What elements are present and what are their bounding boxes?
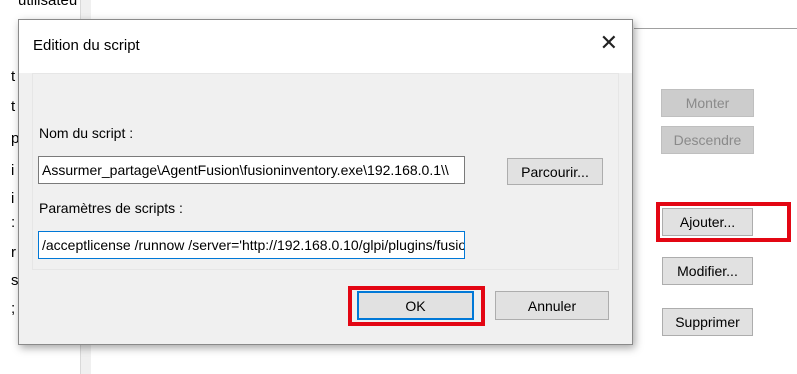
background-separator-line: [634, 28, 797, 29]
move-up-button[interactable]: Monter: [661, 89, 754, 117]
script-name-label: Nom du script :: [39, 125, 134, 141]
highlight-box-ok: [348, 286, 485, 326]
move-down-button[interactable]: Descendre: [661, 126, 754, 154]
dialog-content-panel: Nom du script : \\192.168.0.1\Assurmer_p…: [32, 73, 619, 270]
background-heading: utilisateu: [18, 0, 78, 9]
cancel-button[interactable]: Annuler: [495, 291, 609, 320]
script-params-label: Paramètres de scripts :: [39, 200, 183, 216]
dialog-titlebar: Edition du script ✕: [19, 20, 632, 73]
edit-script-button[interactable]: Modifier...: [662, 257, 753, 285]
dialog-title: Edition du script: [33, 37, 140, 54]
script-params-value: /acceptlicense /runnow /server='http://1…: [42, 237, 465, 253]
script-name-value: \\192.168.0.1\Assurmer_partage\AgentFusi…: [42, 162, 449, 178]
browse-button[interactable]: Parcourir...: [507, 158, 603, 185]
script-name-input[interactable]: \\192.168.0.1\Assurmer_partage\AgentFusi…: [38, 156, 465, 184]
highlight-box-ajouter: [656, 202, 791, 242]
script-params-input[interactable]: /acceptlicense /runnow /server='http://1…: [38, 231, 465, 259]
edit-script-dialog: Edition du script ✕ Nom du script : \\19…: [18, 19, 633, 345]
close-icon[interactable]: ✕: [600, 32, 618, 54]
delete-script-button[interactable]: Supprimer: [662, 308, 753, 336]
